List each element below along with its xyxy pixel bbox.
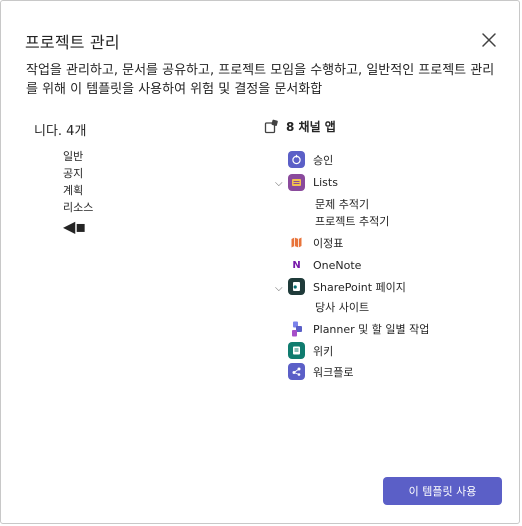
app-item-sharepoint: SharePoint 페이지 xyxy=(288,278,406,295)
apps-heading: 8 채널 앱 xyxy=(264,118,336,135)
wiki-icon xyxy=(288,342,305,359)
channel-item-resources: 리소스 xyxy=(63,201,94,214)
channel-item-general: 일반 xyxy=(63,150,84,163)
channel-item-announcements: 공지 xyxy=(63,167,84,180)
use-template-button[interactable]: 이 템플릿 사용 xyxy=(383,477,502,505)
milestones-icon xyxy=(288,234,305,251)
app-item-milestones: 이정표 xyxy=(288,234,343,251)
app-label: 위키 xyxy=(313,344,334,358)
app-label: Lists xyxy=(313,176,338,189)
channel-list: 일반 공지 계획 리소스 ◀▪ xyxy=(63,149,93,236)
sharepoint-sub-our-site: 당사 사이트 xyxy=(315,301,370,314)
onenote-icon: N xyxy=(288,257,305,274)
app-label: 이정표 xyxy=(313,236,344,250)
lists-icon xyxy=(288,174,305,191)
lists-chevron-down-icon[interactable]: ⌵ xyxy=(275,178,283,189)
close-button[interactable] xyxy=(479,30,499,50)
lists-sub-issue-tracker: 문제 추적기 xyxy=(315,198,370,211)
sharepoint-chevron-down-icon[interactable]: ⌵ xyxy=(275,283,283,294)
app-item-approvals: 승인 xyxy=(288,151,333,168)
app-item-planner: Planner 및 할 일별 작업 xyxy=(288,320,429,337)
channels-heading: 니다. 4개 xyxy=(34,124,87,139)
sharepoint-icon xyxy=(288,278,305,295)
app-item-workflows: 워크플로 xyxy=(288,363,353,380)
apps-icon xyxy=(264,119,278,134)
close-icon xyxy=(482,33,496,47)
app-label: 승인 xyxy=(313,153,334,167)
workflows-icon xyxy=(288,363,305,380)
app-item-onenote: N OneNote xyxy=(288,257,361,274)
apps-heading-label: 8 채널 앱 xyxy=(286,120,336,134)
app-label: 워크플로 xyxy=(313,365,354,379)
approvals-icon xyxy=(288,151,305,168)
app-label: SharePoint 페이지 xyxy=(313,280,406,294)
template-dialog: 프로젝트 관리 작업을 관리하고, 문서를 공유하고, 프로젝트 모임을 수행하… xyxy=(0,0,520,524)
dialog-title: 프로젝트 관리 xyxy=(25,33,120,52)
app-item-wiki: 위키 xyxy=(288,342,333,359)
dialog-description: 작업을 관리하고, 문서를 공유하고, 프로젝트 모임을 수행하고, 일반적인 … xyxy=(26,63,495,97)
app-item-lists: Lists xyxy=(288,174,338,191)
channel-item-planning: 계획 xyxy=(63,184,84,197)
app-label: OneNote xyxy=(313,259,362,272)
app-label: Planner 및 할 일별 작업 xyxy=(313,322,430,336)
planner-icon xyxy=(288,320,305,337)
lists-sub-project-tracker: 프로젝트 추적기 xyxy=(315,215,390,228)
lock-marker-icon: ◀▪ xyxy=(63,217,87,236)
